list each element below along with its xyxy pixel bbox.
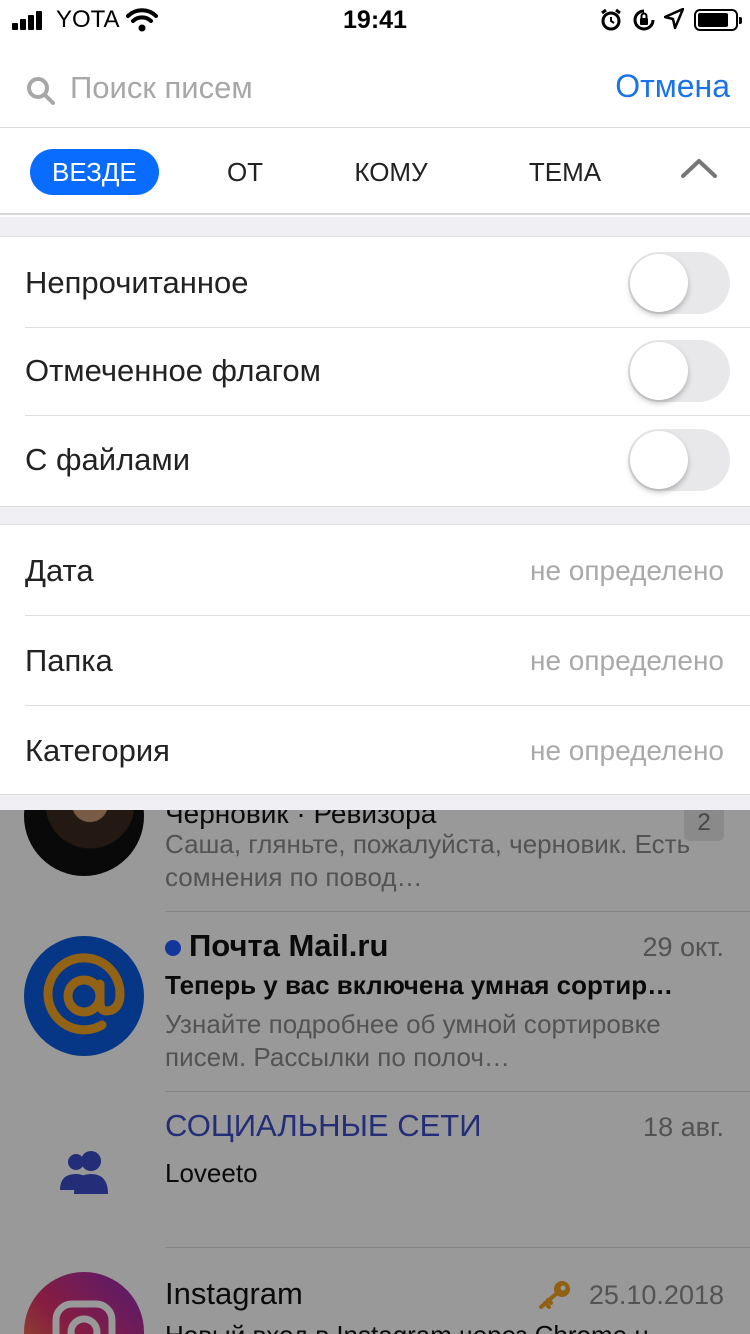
attachments-switch[interactable] [628,429,730,491]
toggle-label: Непрочитанное [25,265,249,300]
filter-label: Дата [25,553,94,588]
filter-value: не определено [529,555,724,586]
flagged-switch[interactable] [628,340,730,402]
tab-subject[interactable]: ТЕМА [515,149,615,195]
alarm-icon [601,8,621,31]
toggle-row-flagged: Отмеченное флагом [0,326,750,416]
search-bar: Отмена [0,50,750,128]
tab-everywhere[interactable]: ВЕЗДЕ [30,149,159,195]
toggle-row-attachments: С файлами [0,415,750,505]
filter-row-folder[interactable]: Папка не определено [0,616,750,706]
tab-to[interactable]: КОМУ [340,149,442,195]
filter-value: не определено [529,735,724,766]
tab-from[interactable]: ОТ [215,149,275,195]
toggle-filters: Непрочитанное Отмеченное флагом С файлам… [0,238,750,506]
search-icon [27,77,55,105]
location-icon [664,8,684,30]
filter-label: Категория [25,733,170,768]
filter-value: не определено [529,645,724,676]
chevron-up-icon[interactable] [680,156,718,180]
orientation-lock-icon [633,9,655,31]
status-bar: YOTA 19:41 [0,0,750,40]
filter-row-date[interactable]: Дата не определено [0,526,750,616]
section-spacer [0,506,750,525]
modal-overlay[interactable] [0,810,750,1334]
cancel-button[interactable]: Отмена [615,68,730,105]
toggle-label: С файлами [25,442,191,477]
unread-switch[interactable] [628,252,730,314]
filter-label: Папка [25,643,113,678]
toggle-label: Отмеченное флагом [25,353,321,388]
filter-row-category[interactable]: Категория не определено [0,706,750,796]
search-input[interactable] [68,66,568,110]
battery-icon [694,9,742,31]
value-filters: Дата не определено Папка не определено К… [0,526,750,794]
section-spacer [0,217,750,237]
section-spacer [0,794,750,810]
search-scope-tabs: ВЕЗДЕ ОТ КОМУ ТЕМА [0,129,750,215]
toggle-row-unread: Непрочитанное [0,238,750,328]
